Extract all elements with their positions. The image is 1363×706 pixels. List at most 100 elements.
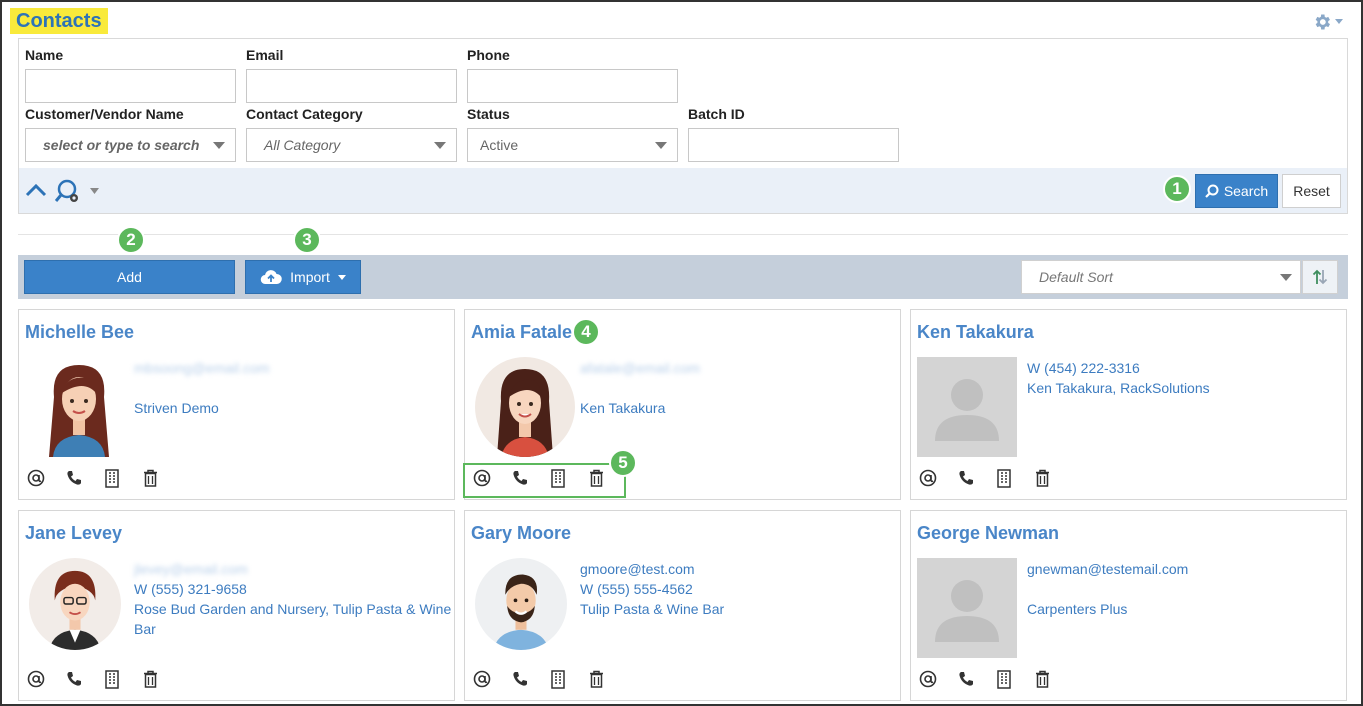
avatar-woman-illustration-icon (497, 369, 553, 457)
sort-select-value: Default Sort (1039, 269, 1113, 285)
customer-vendor-select[interactable]: select or type to search (25, 128, 236, 162)
user-silhouette-icon (935, 580, 999, 642)
avatar-man-illustration-icon (493, 574, 549, 650)
contact-extra[interactable] (1027, 398, 1345, 418)
building-icon[interactable] (549, 468, 567, 488)
email-at-icon[interactable] (473, 468, 491, 488)
phone-icon[interactable] (65, 669, 83, 689)
contact-info: gnewman@testemail.com Carpenters Plus (1027, 559, 1345, 619)
contact-email[interactable]: afatale@email.com (580, 358, 898, 378)
contact-name[interactable]: Michelle Bee (25, 322, 134, 343)
status-label: Status (467, 106, 510, 122)
phone-icon[interactable] (957, 669, 975, 689)
contact-email[interactable]: gmoore@test.com (580, 559, 898, 579)
chevron-down-icon (1280, 274, 1292, 281)
contact-category-select[interactable]: All Category (246, 128, 457, 162)
card-actions (919, 669, 1051, 689)
phone-icon[interactable] (65, 468, 83, 488)
contact-card[interactable]: Michelle Bee mbsoong@email.com Striven D… (18, 309, 455, 500)
filter-footer: Search Reset (19, 168, 1347, 213)
email-input[interactable] (246, 69, 457, 103)
contact-info: W (454) 222-3316 Ken Takakura, RackSolut… (1027, 358, 1345, 418)
contact-phone[interactable] (580, 378, 898, 398)
contact-email[interactable]: gnewman@testemail.com (1027, 559, 1345, 579)
trash-icon[interactable] (1033, 669, 1051, 689)
contact-card[interactable]: Jane Levey jlevey@email.com W (555) 321-… (18, 510, 455, 701)
contact-phone[interactable] (134, 378, 452, 398)
contact-card[interactable]: George Newman gnewman@testemail.com Carp… (910, 510, 1347, 701)
trash-icon[interactable] (587, 468, 605, 488)
collapse-chevron-up-icon[interactable] (25, 183, 47, 197)
building-icon[interactable] (995, 669, 1013, 689)
contact-card[interactable]: Amia Fatale afatale@email.com Ken Takaku… (463, 309, 901, 500)
search-button[interactable]: Search (1195, 174, 1278, 208)
contact-company[interactable]: Striven Demo (134, 398, 452, 418)
email-at-icon[interactable] (919, 669, 937, 689)
chevron-down-icon (213, 142, 225, 149)
trash-icon[interactable] (141, 468, 159, 488)
contact-name[interactable]: Ken Takakura (917, 322, 1034, 343)
contact-email[interactable]: mbsoong@email.com (134, 358, 452, 378)
contact-company[interactable]: Tulip Pasta & Wine Bar (580, 599, 898, 619)
avatar (29, 357, 129, 457)
phone-icon[interactable] (957, 468, 975, 488)
avatar-woman-glasses-illustration-icon (49, 570, 101, 650)
contact-card[interactable]: Ken Takakura W (454) 222-3316 Ken Takaku… (910, 309, 1347, 500)
building-icon[interactable] (995, 468, 1013, 488)
card-actions (27, 468, 159, 488)
search-settings-icon[interactable] (55, 179, 83, 205)
contact-card[interactable]: Gary Moore gmoore@test.com W (555) 555-4… (464, 510, 901, 701)
building-icon[interactable] (103, 669, 121, 689)
contact-phone[interactable]: W (454) 222-3316 (1027, 358, 1345, 378)
name-label: Name (25, 47, 64, 63)
sort-direction-button[interactable] (1302, 260, 1338, 294)
search-icon (1205, 184, 1219, 198)
building-icon[interactable] (103, 468, 121, 488)
reset-button[interactable]: Reset (1282, 174, 1341, 208)
contact-info: mbsoong@email.com Striven Demo (134, 358, 452, 418)
batch-id-input[interactable] (688, 128, 899, 162)
contact-company[interactable]: Rose Bud Garden and Nursery, Tulip Pasta… (134, 599, 452, 639)
chevron-down-icon[interactable] (90, 188, 99, 194)
chevron-down-icon (337, 274, 346, 280)
contact-phone[interactable]: W (555) 321-9658 (134, 579, 452, 599)
phone-icon[interactable] (511, 669, 529, 689)
contact-phone[interactable] (1027, 579, 1345, 599)
trash-icon[interactable] (1033, 468, 1051, 488)
user-silhouette-icon (935, 379, 999, 441)
contact-phone[interactable]: W (555) 555-4562 (580, 579, 898, 599)
contact-company[interactable]: Ken Takakura, RackSolutions (1027, 378, 1345, 398)
contact-name[interactable]: George Newman (917, 523, 1059, 544)
email-at-icon[interactable] (27, 468, 45, 488)
avatar (29, 558, 121, 650)
callout-badge-1: 1 (1163, 175, 1191, 203)
filter-panel: Name Email Phone Customer/Vendor Name Co… (18, 38, 1348, 214)
card-actions (27, 669, 159, 689)
email-at-icon[interactable] (473, 669, 491, 689)
settings-menu[interactable] (1312, 12, 1343, 32)
contact-name[interactable]: Jane Levey (25, 523, 122, 544)
contact-name[interactable]: Amia Fatale (471, 322, 572, 343)
avatar-placeholder (917, 357, 1017, 457)
contact-company[interactable]: Ken Takakura (580, 398, 898, 418)
add-button[interactable]: Add (24, 260, 235, 294)
email-at-icon[interactable] (27, 669, 45, 689)
phone-icon[interactable] (511, 468, 529, 488)
import-button[interactable]: Import (245, 260, 361, 294)
contact-name[interactable]: Gary Moore (471, 523, 571, 544)
trash-icon[interactable] (141, 669, 159, 689)
status-select[interactable]: Active (467, 128, 678, 162)
card-actions (473, 669, 605, 689)
email-at-icon[interactable] (919, 468, 937, 488)
trash-icon[interactable] (587, 669, 605, 689)
sort-select[interactable]: Default Sort (1021, 260, 1301, 294)
avatar-woman-illustration-icon (49, 365, 109, 457)
building-icon[interactable] (549, 669, 567, 689)
phone-input[interactable] (467, 69, 678, 103)
avatar-placeholder (917, 558, 1017, 658)
contact-email[interactable]: jlevey@email.com (134, 559, 452, 579)
card-actions (919, 468, 1051, 488)
name-input[interactable] (25, 69, 236, 103)
batch-id-label: Batch ID (688, 106, 745, 122)
contact-company[interactable]: Carpenters Plus (1027, 599, 1345, 619)
